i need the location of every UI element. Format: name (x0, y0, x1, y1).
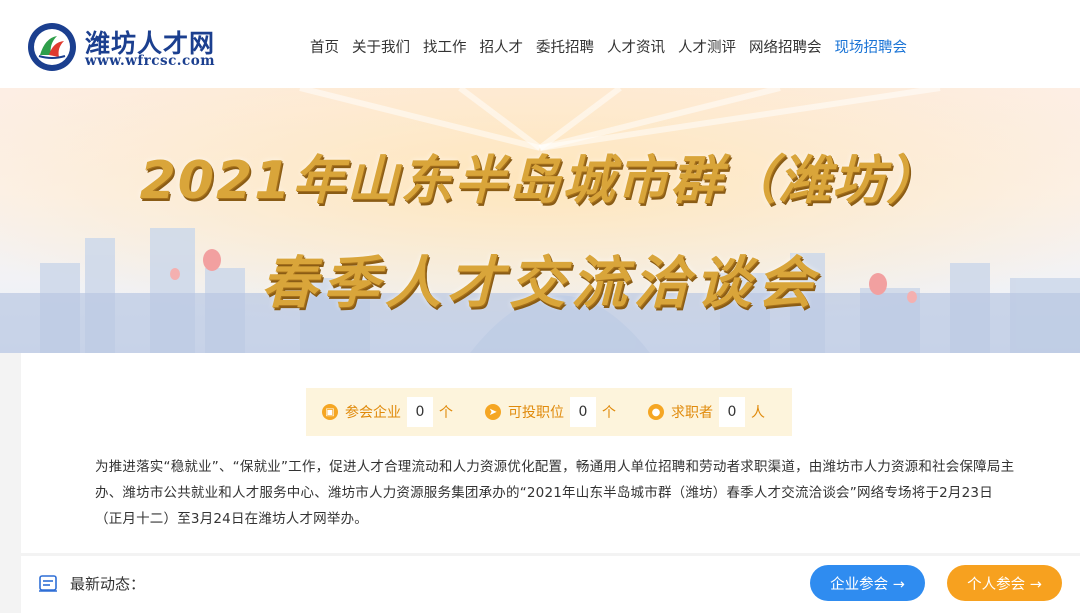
nav-item-8[interactable]: 现场招聘会 (835, 36, 908, 58)
hero-banner: 2021年山东半岛城市群（潍坊） 春季人才交流洽谈会 (0, 88, 1080, 353)
news-label: 最新动态： (70, 575, 146, 593)
stat-companies-value: 0 (407, 397, 433, 427)
person-join-button[interactable]: 个人参会 → (947, 565, 1062, 601)
site-logo[interactable]: 潍坊人才网 www.wfrcsc.com (27, 22, 227, 72)
nav-item-2[interactable]: 找工作 (423, 36, 467, 58)
news-icon (39, 575, 57, 592)
stat-seekers-unit: 人 (751, 405, 765, 421)
stat-positions-value: 0 (570, 397, 596, 427)
stat-companies: ▣ 参会企业 0 个 (322, 397, 453, 427)
logo-emblem-icon (28, 23, 76, 71)
nav-item-1[interactable]: 关于我们 (352, 36, 410, 58)
stat-positions-label: 可投职位 (508, 405, 564, 421)
site-header: 潍坊人才网 www.wfrcsc.com 首页 关于我们 找工作 招人才 委托招聘 人才资… (0, 0, 1080, 88)
nav-item-6[interactable]: 人才测评 (678, 36, 736, 58)
nav-item-3[interactable]: 招人才 (480, 36, 524, 58)
main-nav: 首页 关于我们 找工作 招人才 委托招聘 人才资讯 人才测评 网络招聘会 现场招聘会 (310, 36, 920, 58)
news-bar: 最新动态： 企业参会 → 个人参会 → (21, 556, 1080, 613)
nav-item-5[interactable]: 人才资讯 (607, 36, 665, 58)
nav-item-0[interactable]: 首页 (310, 36, 339, 58)
nav-item-7[interactable]: 网络招聘会 (749, 36, 822, 58)
stat-companies-label: 参会企业 (345, 405, 401, 421)
stat-seekers-value: 0 (719, 397, 745, 427)
logo-url: www.wfrcsc.com (85, 53, 215, 69)
stat-positions-unit: 个 (602, 405, 616, 421)
banner-title-line2: 春季人才交流洽谈会 (261, 251, 819, 316)
stat-seekers-label: 求职者 (671, 405, 713, 421)
banner-title-line1: 2021年山东半岛城市群（潍坊） (139, 151, 941, 211)
company-join-button[interactable]: 企业参会 → (810, 565, 925, 601)
stat-companies-unit: 个 (439, 405, 453, 421)
intro-paragraph: 为推进落实“稳就业”、“保就业”工作，促进人才合理流动和人力资源优化配置，畅通用… (95, 459, 1015, 527)
stat-seekers: ● 求职者 0 人 (648, 397, 765, 427)
nav-item-4[interactable]: 委托招聘 (536, 36, 594, 58)
building-icon: ▣ (322, 404, 338, 420)
stats-bar: ▣ 参会企业 0 个 ➤ 可投职位 0 个 ● 求职者 0 人 (306, 388, 792, 436)
content-card: ▣ 参会企业 0 个 ➤ 可投职位 0 个 ● 求职者 0 人 为推进落实“稳就… (21, 353, 1080, 553)
stat-positions: ➤ 可投职位 0 个 (485, 397, 616, 427)
person-icon: ● (648, 404, 664, 420)
send-icon: ➤ (485, 404, 501, 420)
